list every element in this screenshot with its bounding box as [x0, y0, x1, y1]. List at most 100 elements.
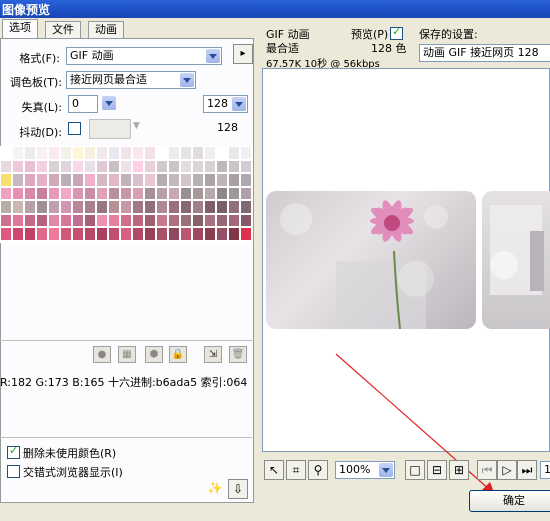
palette-swatch[interactable]: [192, 186, 204, 200]
palette-swatch[interactable]: [96, 146, 108, 160]
palette-swatch[interactable]: [12, 213, 24, 227]
palette-swatch[interactable]: [84, 173, 96, 187]
palette-swatch[interactable]: [132, 227, 144, 241]
interlaced-checkbox[interactable]: [7, 465, 20, 478]
palette-swatch[interactable]: [84, 146, 96, 160]
palette-swatch[interactable]: [168, 173, 180, 187]
palette-swatch[interactable]: [48, 227, 60, 241]
tab-options[interactable]: 选项: [2, 19, 38, 39]
palette-swatch[interactable]: [180, 213, 192, 227]
palette-swatch[interactable]: [180, 159, 192, 173]
palette-swatch[interactable]: [96, 173, 108, 187]
remove-unused-checkbox[interactable]: [7, 444, 20, 459]
color-palette[interactable]: [0, 146, 252, 243]
palette-swatch[interactable]: [108, 227, 120, 241]
palette-swatch[interactable]: [132, 159, 144, 173]
palette-swatch[interactable]: [60, 213, 72, 227]
palette-swatch[interactable]: [132, 213, 144, 227]
palette-swatch[interactable]: [168, 227, 180, 241]
palette-swatch[interactable]: [36, 146, 48, 160]
palette-swatch[interactable]: [12, 227, 24, 241]
palette-swatch[interactable]: [60, 173, 72, 187]
palette-swatch[interactable]: [180, 186, 192, 200]
lock-button[interactable]: 🔒: [169, 346, 187, 363]
palette-swatch[interactable]: [132, 200, 144, 214]
palette-swatch[interactable]: [156, 173, 168, 187]
palette-swatch[interactable]: [216, 159, 228, 173]
palette-swatch[interactable]: [192, 173, 204, 187]
palette-swatch[interactable]: [72, 213, 84, 227]
palette-swatch[interactable]: [144, 200, 156, 214]
palette-swatch[interactable]: [0, 186, 12, 200]
palette-swatch[interactable]: [84, 200, 96, 214]
palette-swatch[interactable]: [72, 200, 84, 214]
palette-swatch[interactable]: [108, 146, 120, 160]
palette-swatch[interactable]: [240, 213, 252, 227]
palette-swatch[interactable]: [48, 159, 60, 173]
palette-swatch[interactable]: [120, 173, 132, 187]
palette-swatch[interactable]: [216, 227, 228, 241]
palette-swatch[interactable]: [192, 227, 204, 241]
zoom-tool-button[interactable]: ⚲: [308, 460, 328, 480]
palette-swatch[interactable]: [0, 227, 12, 241]
zoom-select[interactable]: 100%: [335, 461, 395, 479]
palette-swatch[interactable]: [96, 213, 108, 227]
palette-swatch[interactable]: [144, 146, 156, 160]
palette-swatch[interactable]: [132, 146, 144, 160]
palette-swatch[interactable]: [24, 146, 36, 160]
palette-swatch[interactable]: [144, 173, 156, 187]
palette-swatch[interactable]: [204, 213, 216, 227]
palette-swatch[interactable]: [120, 213, 132, 227]
palette-swatch[interactable]: [216, 173, 228, 187]
loss-dropdown[interactable]: [101, 95, 117, 113]
palette-swatch[interactable]: [240, 227, 252, 241]
palette-swatch[interactable]: [132, 173, 144, 187]
palette-swatch[interactable]: [0, 213, 12, 227]
view-two-button[interactable]: ⊟: [427, 460, 447, 480]
view-four-button[interactable]: ⊞: [449, 460, 469, 480]
palette-swatch[interactable]: [120, 227, 132, 241]
frame-number[interactable]: 1: [540, 461, 550, 479]
play-button[interactable]: ▷: [497, 460, 517, 480]
palette-swatch[interactable]: [48, 200, 60, 214]
palette-swatch[interactable]: [96, 186, 108, 200]
palette-swatch[interactable]: [216, 213, 228, 227]
palette-swatch[interactable]: [60, 200, 72, 214]
palette-swatch[interactable]: [72, 227, 84, 241]
palette-swatch[interactable]: [180, 146, 192, 160]
palette-swatch[interactable]: [228, 173, 240, 187]
palette-swatch[interactable]: [12, 186, 24, 200]
palette-swatch[interactable]: [240, 159, 252, 173]
palette-swatch[interactable]: [204, 200, 216, 214]
palette-swatch[interactable]: [48, 173, 60, 187]
palette-swatch[interactable]: [168, 159, 180, 173]
web-snap-button[interactable]: ●: [93, 346, 111, 363]
palette-swatch[interactable]: [204, 227, 216, 241]
palette-swatch[interactable]: [72, 186, 84, 200]
palette-swatch[interactable]: [132, 186, 144, 200]
palette-swatch[interactable]: [120, 200, 132, 214]
palette-swatch[interactable]: [240, 146, 252, 160]
palette-swatch[interactable]: [228, 227, 240, 241]
palette-swatch[interactable]: [24, 159, 36, 173]
palette-swatch[interactable]: [168, 213, 180, 227]
palette-swatch[interactable]: [84, 213, 96, 227]
palette-swatch[interactable]: [84, 227, 96, 241]
palette-swatch[interactable]: [84, 186, 96, 200]
palette-swatch[interactable]: [48, 146, 60, 160]
palette-swatch[interactable]: [12, 200, 24, 214]
palette-swatch[interactable]: [36, 200, 48, 214]
palette-swatch[interactable]: [84, 159, 96, 173]
colors-select[interactable]: 128: [203, 95, 248, 113]
palette-swatch[interactable]: [24, 173, 36, 187]
palette-swatch[interactable]: [156, 146, 168, 160]
palette-swatch[interactable]: [240, 186, 252, 200]
palette-swatch[interactable]: [180, 227, 192, 241]
palette-swatch[interactable]: [24, 200, 36, 214]
palette-swatch[interactable]: [120, 146, 132, 160]
first-frame-button[interactable]: ⏮: [477, 460, 497, 480]
palette-swatch[interactable]: [216, 186, 228, 200]
palette-swatch[interactable]: [156, 159, 168, 173]
palette-swatch[interactable]: [60, 227, 72, 241]
palette-swatch[interactable]: [108, 200, 120, 214]
